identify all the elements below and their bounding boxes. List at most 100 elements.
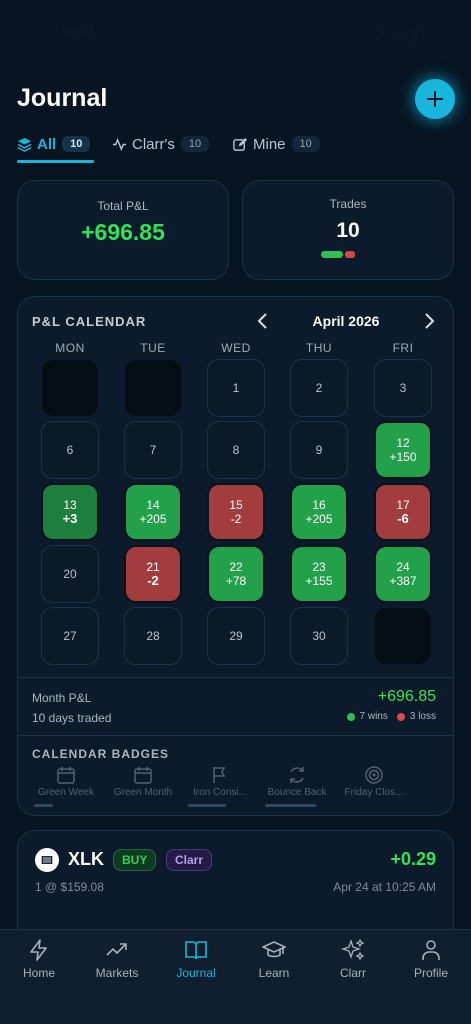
badge-label: Green Week [38, 787, 94, 798]
status-time: 9:58 [62, 24, 95, 41]
nav-label: Clarr [340, 966, 366, 980]
tab-label: All [37, 135, 57, 153]
page-title: Journal [17, 84, 108, 112]
day-number: 6 [66, 443, 74, 457]
plus-icon [427, 91, 443, 107]
calendar-day[interactable]: 23 +155 [290, 545, 348, 603]
calendar-day[interactable]: 30 [290, 607, 348, 665]
tab-mine[interactable]: Mine 10 [233, 132, 320, 156]
add-entry-button[interactable] [415, 79, 455, 119]
badge-green-month[interactable]: Green Month [105, 765, 181, 798]
trade-source-badge: Clarr [166, 849, 213, 871]
badge-label: Friday Clos... [344, 787, 404, 798]
target-icon [365, 766, 383, 784]
trade-symbol: XLK [68, 849, 104, 869]
calendar-day-empty [41, 359, 99, 417]
calendar-day[interactable]: 27 [41, 607, 99, 665]
calendar-day[interactable]: 6 [41, 421, 99, 479]
calendar-day[interactable]: 3 [374, 359, 432, 417]
nav-home[interactable]: Home [0, 938, 78, 980]
trade-date: Apr 24 at 10:25 AM [333, 880, 436, 894]
day-number: 13 [63, 498, 77, 512]
chevron-right-icon[interactable] [422, 311, 436, 331]
nav-clarr[interactable]: Clarr [314, 938, 392, 980]
calendar-day[interactable]: 21 -2 [124, 545, 182, 603]
trades-card: Trades 10 [242, 180, 454, 280]
calendar-day[interactable]: 15 -2 [207, 483, 265, 541]
tab-count: 10 [180, 136, 210, 152]
nav-label: Learn [258, 966, 290, 980]
calendar-day[interactable]: 14 +205 [124, 483, 182, 541]
calendar-day[interactable]: 2 [290, 359, 348, 417]
tab-count: 10 [62, 136, 91, 152]
calendar-day[interactable]: 16 +205 [290, 483, 348, 541]
wins-label: 7 wins [359, 711, 388, 722]
tab-label: Clarr's [132, 135, 175, 153]
nav-learn[interactable]: Learn [235, 938, 313, 980]
calendar-day[interactable]: 29 [207, 607, 265, 665]
day-number: 30 [312, 629, 326, 643]
trade-side-badge: BUY [113, 849, 157, 871]
sparkles-icon [341, 938, 365, 961]
badge-progress-bar [34, 804, 53, 807]
nav-label: Profile [413, 966, 448, 980]
badge-progress-bar [265, 804, 316, 807]
day-number: 15 [229, 498, 243, 512]
calendar-day[interactable]: 8 [207, 421, 265, 479]
day-number: 17 [396, 498, 410, 512]
day-number: 22 [229, 560, 243, 574]
user-icon [422, 940, 440, 960]
weekday-label: TUE [140, 341, 166, 355]
weekday-label: THU [305, 341, 333, 355]
day-pnl: +3 [62, 511, 78, 526]
loss-dot [396, 712, 405, 721]
month-pnl-value: +696.85 [377, 688, 436, 705]
tab-all[interactable]: All 10 [17, 132, 91, 156]
month-pnl-label: Month P&L [32, 691, 92, 705]
calendar-day[interactable]: 9 [290, 421, 348, 479]
calendar-day[interactable]: 28 [124, 607, 182, 665]
day-number: 14 [146, 498, 160, 512]
trend-icon [106, 943, 127, 956]
tab-clarrs[interactable]: Clarr's 10 [112, 132, 210, 156]
day-number: 9 [315, 443, 323, 457]
calendar-day[interactable]: 17 -6 [374, 483, 432, 541]
badge-iron-consistency[interactable]: Iron Consi... [182, 765, 258, 798]
win-ratio-bar [321, 251, 343, 258]
trades-value: 10 [336, 219, 360, 242]
day-number: 28 [146, 629, 160, 643]
losses-label: 3 loss [409, 711, 436, 722]
badge-green-week[interactable]: Green Week [28, 765, 104, 798]
calendar-day[interactable]: 1 [207, 359, 265, 417]
day-pnl: -2 [147, 573, 159, 588]
calendar-day[interactable]: 13 +3 [41, 483, 99, 541]
status-icons: ▾ ▲ ▮ [377, 26, 419, 43]
total-pnl-card: Total P&L +696.85 [17, 180, 229, 280]
weekday-label: FRI [392, 341, 414, 355]
nav-profile[interactable]: Profile [392, 938, 470, 980]
bottom-nav: Home Markets Journal Learn Clarr Profile [0, 929, 471, 1024]
nav-journal[interactable]: Journal [157, 938, 235, 980]
filter-tabs: All 10 Clarr's 10 Mine 10 [17, 132, 457, 164]
calendar-day[interactable]: 22 +78 [207, 545, 265, 603]
calendar-day[interactable]: 12 +150 [374, 421, 432, 479]
chevron-left-icon[interactable] [256, 311, 270, 331]
divider [18, 677, 453, 678]
day-number: 8 [232, 443, 240, 457]
day-pnl: +78 [225, 574, 247, 588]
refresh-icon [290, 767, 304, 783]
win-loss-legend: 7 wins 3 loss [346, 711, 436, 722]
nav-markets[interactable]: Markets [78, 938, 156, 980]
badge-friday-close[interactable]: Friday Clos... [336, 765, 412, 798]
badge-bounce-back[interactable]: Bounce Back [259, 765, 335, 798]
win-dot [346, 712, 355, 721]
calendar-day-empty [124, 359, 182, 417]
calendar-day[interactable]: 24 +387 [374, 545, 432, 603]
day-pnl: +155 [305, 574, 333, 588]
calendar-day[interactable]: 20 [41, 545, 99, 603]
nav-label: Journal [176, 966, 216, 980]
calendar-day[interactable]: 7 [124, 421, 182, 479]
day-pnl: -2 [230, 512, 242, 526]
day-pnl: -6 [397, 511, 409, 526]
day-number: 20 [63, 567, 77, 581]
